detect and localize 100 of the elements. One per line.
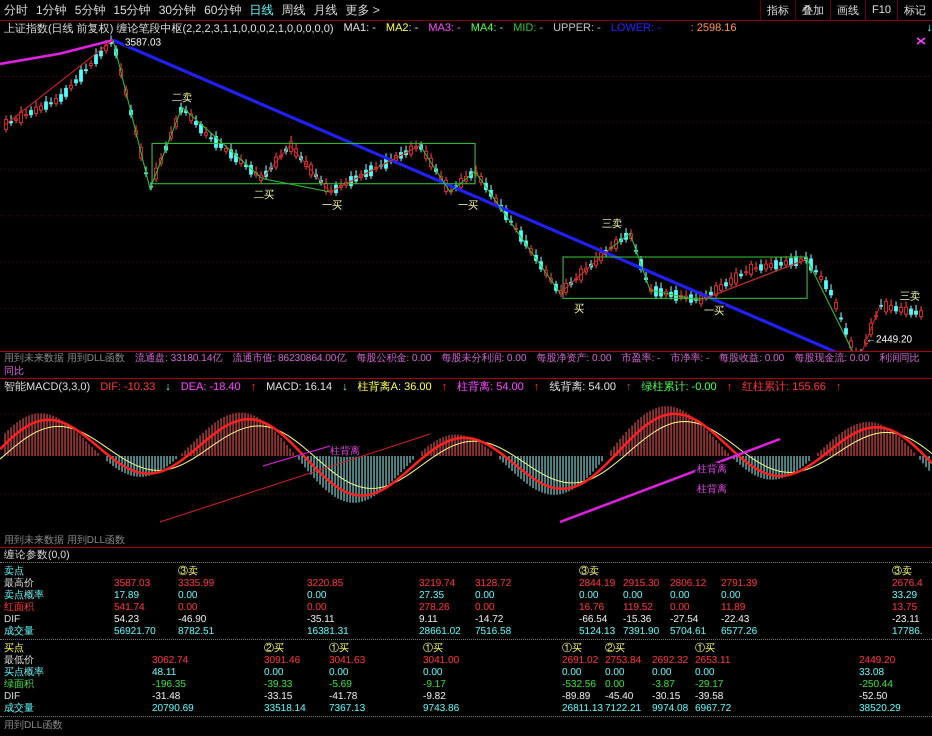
table-cell-text: 9.11 [419, 614, 439, 626]
table-cell-text: 17.89 [114, 590, 140, 602]
period-tab[interactable]: 60分钟 [200, 2, 246, 18]
table-cell-text: -66.54 [579, 614, 608, 626]
table-cell-text: 33.29 [892, 590, 918, 602]
period-tab[interactable]: 5分钟 [70, 2, 110, 18]
signal-label: 一买 [704, 306, 724, 317]
table-cell-text: 0.00 [475, 602, 496, 614]
table-cell-text: 3091.46 [264, 655, 302, 667]
table-cell-text: 541.74 [114, 602, 146, 614]
table-cell-text: 0.00 [329, 667, 350, 679]
table-cell-text: 0.00 [670, 602, 690, 614]
table-cell-text: 6967.72 [695, 703, 732, 715]
table-cell-text: 2676.4 [892, 578, 924, 590]
table-cell-text: 3219.74 [419, 578, 456, 590]
signal-label: 二卖 [172, 92, 192, 104]
period-tab[interactable]: 周线 [277, 2, 310, 18]
table-cell-text: 0.00 [670, 590, 690, 602]
table-cell-text: 27.35 [419, 590, 446, 602]
stock-fundamental: 利润同比 [879, 352, 920, 365]
table-cell-text: 2915.30 [623, 578, 660, 590]
table-cell-text: 0.00 [475, 590, 496, 602]
table-cell-text: 7516.58 [475, 626, 512, 638]
price-reading: : 2598.16 [690, 22, 736, 34]
table-cell-text: 2806.12 [670, 578, 708, 590]
table-cell-text: 48.11 [152, 667, 178, 679]
table-cell-text: -89.89 [562, 691, 592, 703]
stock-fundamental: 每股净资产: 0.00 [536, 352, 612, 365]
signal-label: 一买 [458, 200, 478, 212]
table-cell-text: -35.11 [307, 614, 336, 626]
indicator-legend: UPPER: - [553, 22, 601, 34]
stock-fundamental: 每股未分利润: 0.00 [441, 352, 526, 365]
table-cell-text: -39.58 [695, 691, 724, 703]
signal-label: 三卖 [900, 291, 920, 302]
period-tab[interactable]: 月线 [309, 2, 342, 18]
table-cell-text: 7391.90 [623, 626, 660, 638]
period-tab[interactable]: 更多 > [341, 2, 384, 18]
table-cell-text: 0.00 [178, 602, 198, 614]
row-label: 卖点概率 [4, 590, 45, 602]
indicator-legend: MA1: - [344, 22, 376, 34]
chart-title: 上证指数(日线 前复权) 缠论笔段中枢(2,2,2,3,1,1,0,0,0,2,1,0,0,0,0,0) [4, 22, 334, 36]
table-cell-text: -196.35 [152, 679, 187, 691]
table-cell-text: 6577.26 [721, 626, 758, 638]
indicator-reading: 绿柱累计: -0.00 [641, 380, 717, 394]
table-cell-text: 33.08 [859, 667, 886, 679]
table-cell-text: 3335.99 [178, 578, 216, 590]
stock-fundamental: 流通盘: 33180.14亿 [135, 352, 222, 365]
down-arrow-icon: ↓ [342, 380, 348, 392]
table-cell-text: 20790.69 [152, 703, 195, 715]
up-arrow-icon: ↑ [836, 380, 842, 392]
period-tab[interactable]: 分时 [0, 2, 32, 18]
table-cell-text: 33518.14 [264, 703, 307, 715]
indicator-reading: 红柱累计: 155.66 [742, 380, 826, 394]
table-cell-text: 17786. [892, 626, 924, 638]
indicator-legend: MA3: - [428, 22, 461, 34]
table-cell-text: 2692.32 [652, 655, 690, 667]
indicator-legend: MA2: - [386, 22, 418, 34]
up-arrow-icon: ↑ [534, 380, 540, 392]
table-cell-text: 9743.86 [423, 703, 460, 715]
row-label: 卖点 [4, 566, 25, 578]
indicator-reading: DIF: -10.33 [100, 380, 156, 392]
signal-label: 三卖 [602, 218, 622, 230]
period-tab[interactable]: 30分钟 [154, 2, 200, 18]
indicator-reading: 线背离: 54.00 [549, 380, 616, 394]
table-cell-text: 2844.19 [579, 578, 616, 590]
table-cell-text: -3.87 [652, 679, 676, 691]
period-tab[interactable]: 1分钟 [32, 2, 71, 18]
indicator-legend: MA4: - [470, 22, 504, 34]
table-cell-text: 0.00 [307, 602, 328, 614]
signal-marker: ①买 [423, 643, 444, 655]
table-cell-text: 2753.84 [605, 655, 642, 667]
stock-fundamental: 流通市值: 86230864.00亿 [232, 352, 346, 365]
stock-fundamental: 同比 [4, 365, 24, 378]
table-cell-text: -5.69 [329, 679, 353, 691]
table-cell-text: 0.00 [652, 667, 672, 679]
stock-fundamental: 每股现金流: 0.00 [794, 352, 870, 365]
row-label: 成交量 [4, 626, 35, 638]
table-cell-text: 0.00 [623, 590, 644, 602]
signal-label: 买 [574, 304, 584, 315]
up-arrow-icon: ↑ [626, 380, 632, 392]
table-cell-text: 2691.02 [562, 655, 600, 667]
table-cell-text: 28661.02 [419, 626, 462, 638]
table-cell-text: 2791.39 [721, 578, 758, 590]
trend-arrow: ↓ [926, 22, 932, 34]
indicator-title: 智能MACD(3,3,0) [4, 380, 90, 394]
stock-fundamental: 市盈率: - [621, 352, 660, 365]
table-cell-text: 8782.51 [178, 626, 216, 638]
indicator-reading: MACD: 16.14 [266, 380, 332, 392]
table-cell-text: 0.00 [579, 590, 600, 602]
table-cell-text: 5704.61 [670, 626, 708, 638]
period-tab[interactable]: 15分钟 [109, 2, 155, 18]
table-cell-text: 3128.72 [475, 578, 512, 590]
signal-marker: ①买 [695, 643, 716, 655]
row-label: 买点概率 [4, 667, 45, 679]
period-tab[interactable]: 日线 [245, 2, 278, 18]
table-cell-text: -9.17 [423, 679, 447, 691]
table-cell-text: 3587.03 [114, 578, 152, 590]
price-label: 3587.03 [125, 37, 162, 48]
indicator-legend: LOWER: - [610, 22, 661, 34]
indicator-legend: MID: - [513, 22, 544, 34]
